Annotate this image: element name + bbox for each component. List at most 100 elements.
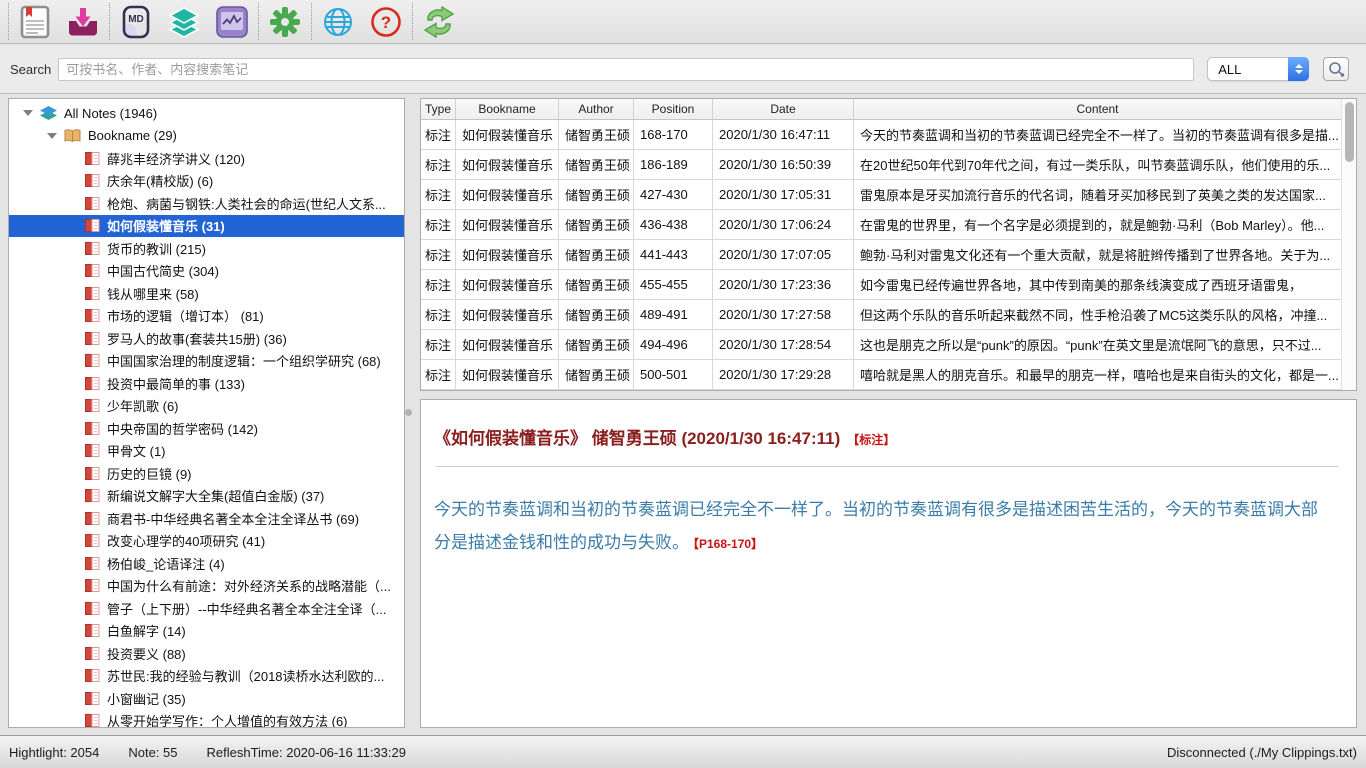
sidebar-book-item[interactable]: 中央帝国的哲学密码 (142) bbox=[9, 417, 404, 440]
sidebar-book-item[interactable]: 管子（上下册）--中华经典名著全本全注全译（... bbox=[9, 597, 404, 620]
book-icon bbox=[85, 174, 100, 187]
table-scrollbar-thumb[interactable] bbox=[1345, 102, 1354, 162]
sidebar-book-item[interactable]: 枪炮、病菌与钢铁:人类社会的命运(世纪人文系... bbox=[9, 192, 404, 215]
table-scrollbar[interactable] bbox=[1341, 99, 1356, 390]
sidebar-book-item[interactable]: 货币的教训 (215) bbox=[9, 237, 404, 260]
table-row[interactable]: 标注 如何假装懂音乐 储智勇王硕 186-189 2020/1/30 16:50… bbox=[421, 150, 1356, 180]
book-icon bbox=[85, 152, 100, 165]
search-icon bbox=[1327, 61, 1345, 78]
cell-content: 嘻哈就是黑人的朋克音乐。和最早的朋克一样，嘻哈也是来自街头的文化，都是一... bbox=[854, 360, 1356, 389]
sidebar-book-item[interactable]: 少年凯歌 (6) bbox=[9, 395, 404, 418]
markdown-file-icon: MD bbox=[120, 5, 152, 39]
disclosure-triangle-icon[interactable] bbox=[47, 133, 57, 139]
sidebar-book-item[interactable]: 甲骨文 (1) bbox=[9, 440, 404, 463]
disclosure-triangle-icon[interactable] bbox=[23, 110, 33, 116]
column-header[interactable]: Type bbox=[421, 99, 456, 119]
sidebar-book-item[interactable]: 中国古代简史 (304) bbox=[9, 260, 404, 283]
sidebar-book-item[interactable]: 如何假装懂音乐 (31) bbox=[9, 215, 404, 238]
table-row[interactable]: 标注 如何假装懂音乐 储智勇王硕 441-443 2020/1/30 17:07… bbox=[421, 240, 1356, 270]
search-button[interactable] bbox=[1323, 57, 1349, 81]
import-download-button[interactable] bbox=[59, 2, 107, 42]
language-globe-button[interactable] bbox=[314, 2, 362, 42]
book-icon bbox=[85, 624, 100, 637]
sidebar-book-label: 市场的逻辑（增订本） (81) bbox=[107, 306, 264, 325]
column-header[interactable]: Date bbox=[713, 99, 854, 119]
sidebar-book-item[interactable]: 改变心理学的40项研究 (41) bbox=[9, 530, 404, 553]
table-row[interactable]: 标注 如何假装懂音乐 储智勇王硕 500-501 2020/1/30 17:29… bbox=[421, 360, 1356, 390]
table-row[interactable]: 标注 如何假装懂音乐 储智勇王硕 436-438 2020/1/30 17:06… bbox=[421, 210, 1356, 240]
book-icon bbox=[85, 579, 100, 592]
sidebar-book-item[interactable]: 庆余年(精校版) (6) bbox=[9, 170, 404, 193]
layers-stack-button[interactable] bbox=[160, 2, 208, 42]
table-row[interactable]: 标注 如何假装懂音乐 储智勇王硕 494-496 2020/1/30 17:28… bbox=[421, 330, 1356, 360]
statistics-chart-button[interactable] bbox=[208, 2, 256, 42]
cell-content: 在雷鬼的世界里，有一个名字是必须提到的，就是鲍勃·马利（Bob Marley）。… bbox=[854, 210, 1356, 239]
cell-content: 雷鬼原本是牙买加流行音乐的代名词，随着牙买加移民到了英美之类的发达国家... bbox=[854, 180, 1356, 209]
table-row[interactable]: 标注 如何假装懂音乐 储智勇王硕 427-430 2020/1/30 17:05… bbox=[421, 180, 1356, 210]
cell-date: 2020/1/30 17:06:24 bbox=[713, 210, 854, 239]
cell-type: 标注 bbox=[421, 330, 456, 359]
column-header[interactable]: Bookname bbox=[456, 99, 559, 119]
sidebar-book-item[interactable]: 小窗幽记 (35) bbox=[9, 687, 404, 710]
refresh-sync-icon bbox=[422, 6, 456, 38]
sidebar-book-item[interactable]: 杨伯峻_论语译注 (4) bbox=[9, 552, 404, 575]
cell-bookname: 如何假装懂音乐 bbox=[456, 120, 559, 149]
sidebar-book-item[interactable]: 罗马人的故事(套装共15册) (36) bbox=[9, 327, 404, 350]
cell-bookname: 如何假装懂音乐 bbox=[456, 240, 559, 269]
table-row[interactable]: 标注 如何假装懂音乐 储智勇王硕 489-491 2020/1/30 17:27… bbox=[421, 300, 1356, 330]
book-icon bbox=[85, 399, 100, 412]
cell-bookname: 如何假装懂音乐 bbox=[456, 270, 559, 299]
cell-date: 2020/1/30 16:50:39 bbox=[713, 150, 854, 179]
book-icon bbox=[85, 669, 100, 682]
sidebar-book-item[interactable]: 中国为什么有前途：对外经济关系的战略潜能（... bbox=[9, 575, 404, 598]
refresh-sync-button[interactable] bbox=[415, 2, 463, 42]
sidebar-book-item[interactable]: 历史的巨镜 (9) bbox=[9, 462, 404, 485]
cell-bookname: 如何假装懂音乐 bbox=[456, 330, 559, 359]
sidebar-book-item[interactable]: 钱从哪里来 (58) bbox=[9, 282, 404, 305]
sidebar-book-label: 薛兆丰经济学讲义 (120) bbox=[107, 149, 245, 168]
sidebar-book-label: 中国国家治理的制度逻辑：一个组织学研究 (68) bbox=[107, 351, 381, 370]
sidebar-book-item[interactable]: 苏世民:我的经验与教训（2018读桥水达利欧的... bbox=[9, 665, 404, 688]
cell-type: 标注 bbox=[421, 150, 456, 179]
sidebar-book-item[interactable]: 投资要义 (88) bbox=[9, 642, 404, 665]
search-input[interactable] bbox=[58, 58, 1194, 81]
table-row[interactable]: 标注 如何假装懂音乐 储智勇王硕 168-170 2020/1/30 16:47… bbox=[421, 120, 1356, 150]
cell-type: 标注 bbox=[421, 300, 456, 329]
book-icon bbox=[85, 714, 100, 727]
sidebar-book-item[interactable]: 新编说文解字大全集(超值白金版) (37) bbox=[9, 485, 404, 508]
settings-gear-button[interactable] bbox=[261, 2, 309, 42]
column-header[interactable]: Author bbox=[559, 99, 634, 119]
sidebar-book-item[interactable]: 白鱼解字 (14) bbox=[9, 620, 404, 643]
sidebar-item-all-notes[interactable]: All Notes (1946) bbox=[9, 102, 404, 125]
cell-position: 489-491 bbox=[634, 300, 713, 329]
markdown-file-button[interactable]: MD bbox=[112, 2, 160, 42]
sidebar-book-item[interactable]: 薛兆丰经济学讲义 (120) bbox=[9, 147, 404, 170]
sidebar-book-item[interactable]: 商君书-中华经典名著全本全注全译丛书 (69) bbox=[9, 507, 404, 530]
cell-position: 494-496 bbox=[634, 330, 713, 359]
column-header[interactable]: Content bbox=[854, 99, 1341, 119]
book-icon bbox=[85, 422, 100, 435]
toolbar-separator bbox=[109, 3, 110, 40]
toolbar-separator bbox=[311, 3, 312, 40]
sidebar-book-item[interactable]: 投资中最简单的事 (133) bbox=[9, 372, 404, 395]
help-button[interactable]: ? bbox=[362, 2, 410, 42]
cell-date: 2020/1/30 17:07:05 bbox=[713, 240, 854, 269]
sidebar-book-item[interactable]: 市场的逻辑（增订本） (81) bbox=[9, 305, 404, 328]
book-icon bbox=[85, 242, 100, 255]
sidebar-book-item[interactable]: 中国国家治理的制度逻辑：一个组织学研究 (68) bbox=[9, 350, 404, 373]
pane-splitter-handle[interactable] bbox=[405, 409, 412, 416]
column-header[interactable]: Position bbox=[634, 99, 713, 119]
table-row[interactable]: 标注 如何假装懂音乐 储智勇王硕 455-455 2020/1/30 17:23… bbox=[421, 270, 1356, 300]
cell-content: 鲍勃·马利对雷鬼文化还有一个重大贡献，就是将脏辫传播到了世界各地。关于为... bbox=[854, 240, 1356, 269]
book-icon bbox=[85, 602, 100, 615]
cell-author: 储智勇王硕 bbox=[559, 360, 634, 389]
sidebar-book-label: 白鱼解字 (14) bbox=[107, 621, 186, 640]
sidebar-item-bookname-group[interactable]: Bookname (29) bbox=[9, 125, 404, 148]
book-icon bbox=[85, 557, 100, 570]
cell-position: 436-438 bbox=[634, 210, 713, 239]
sidebar-book-label: 货币的教训 (215) bbox=[107, 239, 206, 258]
filter-dropdown[interactable]: ALL bbox=[1207, 57, 1309, 81]
sidebar-book-item[interactable]: 从零开始学写作：个人增值的有效方法 (6) bbox=[9, 710, 404, 729]
open-book-icon bbox=[64, 129, 81, 143]
clippings-document-button[interactable] bbox=[11, 2, 59, 42]
